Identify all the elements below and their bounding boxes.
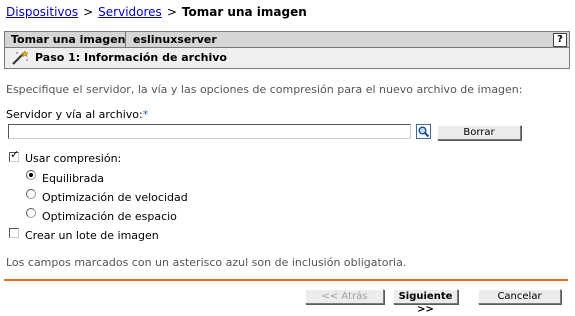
- option-equilibrada-label: Equilibrada: [42, 172, 105, 185]
- server-name: eslinuxserver: [133, 33, 217, 46]
- back-button[interactable]: << Atrás: [305, 289, 384, 304]
- breadcrumb-servidores-link[interactable]: Servidores: [98, 5, 162, 19]
- title-divider: [125, 32, 126, 47]
- radio-selected-dot: [29, 173, 33, 177]
- clear-button[interactable]: Borrar: [437, 125, 521, 140]
- wizard-title: Tomar una imagen: [11, 33, 126, 46]
- breadcrumb-separator: >: [166, 5, 177, 19]
- required-marker: *: [142, 108, 149, 121]
- footer-divider: [4, 279, 568, 281]
- path-field-label: Servidor y vía al archivo:*: [6, 108, 148, 121]
- breadcrumb-separator: >: [83, 5, 94, 19]
- breadcrumb-dispositivos-link[interactable]: Dispositivos: [6, 5, 78, 19]
- wizard-wand-icon: [11, 50, 29, 68]
- radio-equilibrada[interactable]: [26, 170, 36, 180]
- batch-checkbox[interactable]: [9, 228, 19, 238]
- help-button[interactable]: ?: [553, 33, 567, 47]
- breadcrumb-current: Tomar una imagen: [181, 5, 307, 19]
- server-path-input[interactable]: [8, 124, 411, 139]
- compression-label: Usar compresión:: [25, 152, 122, 165]
- compression-checkbox[interactable]: ✓: [9, 148, 20, 162]
- required-fields-note: Los campos marcados con un asterisco azu…: [6, 256, 407, 269]
- form-description: Especifique el servidor, la vía y las op…: [6, 83, 523, 96]
- cancel-button[interactable]: Cancelar: [478, 289, 561, 304]
- path-label-text: Servidor y vía al archivo:: [6, 108, 143, 121]
- browse-button[interactable]: [416, 124, 431, 139]
- step-header: Paso 1: Información de archivo: [4, 47, 570, 69]
- wizard-title-bar: Tomar una imagen eslinuxserver ?: [4, 31, 570, 47]
- checkmark-icon: ✓: [10, 148, 20, 161]
- option-espacio-label: Optimización de espacio: [42, 210, 177, 223]
- step-label: Paso 1: Información de archivo: [35, 51, 227, 64]
- radio-espacio[interactable]: [26, 208, 36, 218]
- next-button[interactable]: Siguiente >>: [393, 289, 458, 315]
- breadcrumb: Dispositivos > Servidores > Tomar una imagen: [6, 5, 307, 19]
- radio-velocidad[interactable]: [26, 189, 36, 199]
- option-velocidad-label: Optimización de velocidad: [42, 191, 188, 204]
- batch-label: Crear un lote de imagen: [25, 229, 159, 242]
